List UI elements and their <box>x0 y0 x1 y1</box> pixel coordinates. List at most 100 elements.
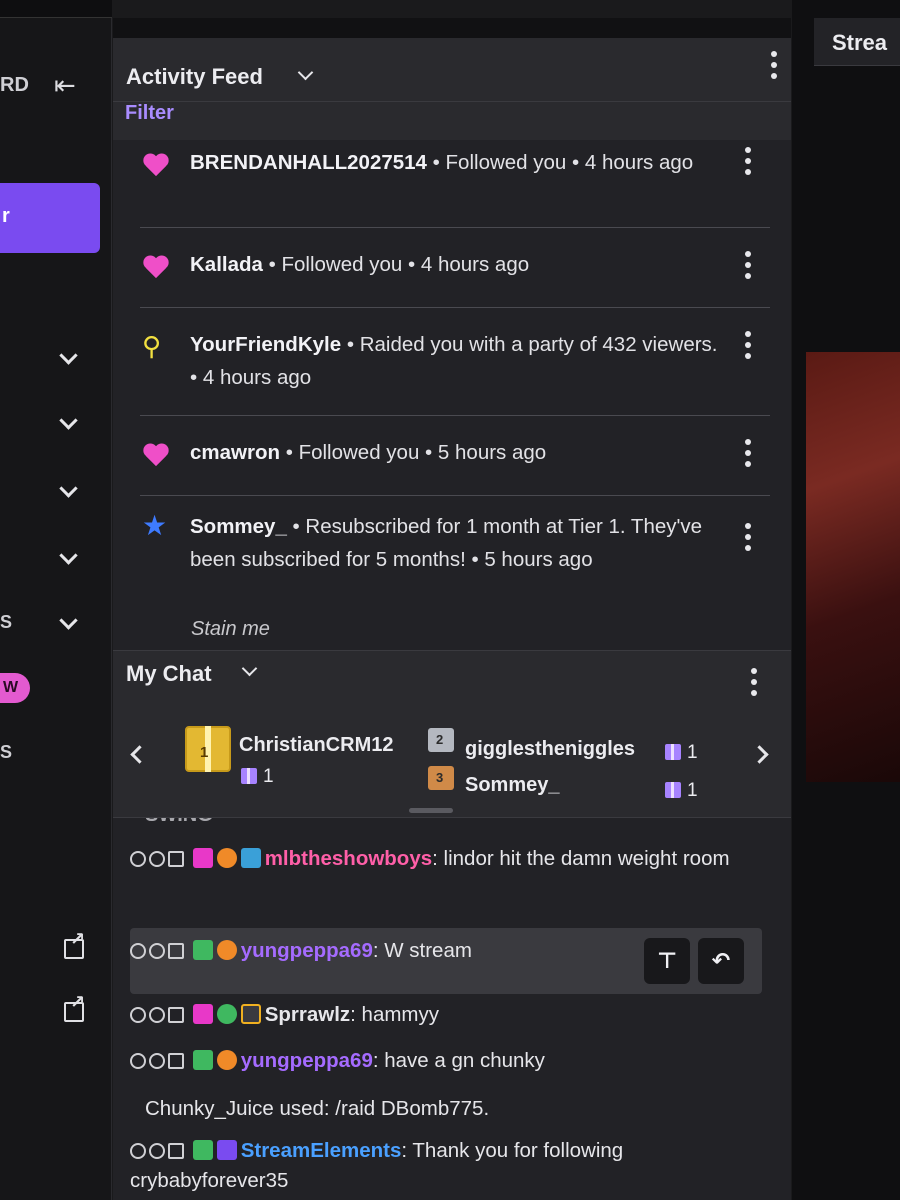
activity-feed-title[interactable]: Activity Feed <box>126 64 263 90</box>
sidebar-top-bar <box>0 0 112 18</box>
ban-icon[interactable] <box>130 1053 146 1069</box>
chevron-down-icon[interactable] <box>295 65 317 87</box>
feed-username[interactable]: Sommey_ <box>190 515 287 538</box>
sidebar-active-item[interactable]: r <box>0 183 100 253</box>
chevron-down-icon[interactable] <box>56 545 82 571</box>
collapse-sidebar-icon[interactable]: ⇤ <box>54 70 76 101</box>
timeout-icon[interactable] <box>149 1053 165 1069</box>
ban-icon[interactable] <box>130 1007 146 1023</box>
gift-icon <box>665 782 681 798</box>
timeout-icon[interactable] <box>149 1007 165 1023</box>
sidebar-pill-badge[interactable]: W <box>0 673 30 703</box>
chevron-down-icon[interactable] <box>239 661 261 683</box>
ban-icon[interactable] <box>130 1143 146 1159</box>
gifter-name[interactable]: Sommey_ <box>465 774 560 797</box>
stream-preview-title: Strea <box>832 30 888 55</box>
feed-event-text: • Followed you • 5 hours ago <box>280 441 547 464</box>
chat-username[interactable]: Sprrawlz <box>265 1003 350 1026</box>
filter-bar: Filter <box>113 102 791 140</box>
stream-preview-panel: Strea <box>792 0 900 1200</box>
gifter-count: 1 <box>241 766 274 788</box>
delete-icon[interactable] <box>168 1053 184 1069</box>
activity-feed-header: Activity Feed <box>113 38 791 102</box>
moderator-badge-icon <box>192 940 213 960</box>
chevron-down-icon[interactable] <box>56 410 82 436</box>
chat-username[interactable]: mlbtheshowboys <box>265 847 432 870</box>
chat-text: : lindor hit the damn weight room <box>432 847 730 870</box>
chat-message[interactable]: yungpeppa69: have a gn chunky <box>130 1046 770 1076</box>
feed-username[interactable]: cmawron <box>190 441 280 464</box>
timeout-icon[interactable] <box>149 851 165 867</box>
chat-username[interactable]: StreamElements <box>241 1139 402 1162</box>
resize-handle[interactable] <box>409 808 453 813</box>
chevron-left-icon[interactable] <box>127 744 147 764</box>
chevron-right-icon[interactable] <box>751 744 771 764</box>
sidebar-section-label: S <box>0 742 13 762</box>
activity-feed-item[interactable]: ⚲ YourFriendKyle • Raided you with a par… <box>140 308 770 416</box>
delete-icon[interactable] <box>168 943 184 959</box>
crown-badge-icon <box>240 848 261 868</box>
pin-icon[interactable]: ⊤ <box>644 938 690 984</box>
gifter-count: 1 <box>665 742 698 764</box>
ban-icon[interactable] <box>130 943 146 959</box>
stream-video-preview[interactable] <box>806 352 900 782</box>
activity-feed-item[interactable]: cmawron • Followed you • 5 hours ago <box>140 416 770 496</box>
chat-username[interactable]: yungpeppa69 <box>241 1049 373 1072</box>
stream-preview-header: Strea <box>814 18 900 66</box>
moderator-badge-icon <box>192 1050 213 1070</box>
external-link-icon[interactable] <box>62 992 86 1022</box>
timeout-icon[interactable] <box>149 943 165 959</box>
star-icon: ★ <box>142 510 168 541</box>
feed-event-text: • Followed you • 4 hours ago <box>262 253 530 276</box>
bits-badge-icon <box>216 940 237 960</box>
chat-message-hovered[interactable]: yungpeppa69: W stream ⊤ ↶ <box>130 928 762 994</box>
gifter-name[interactable]: gigglestheniggles <box>465 738 635 761</box>
gift-icon <box>665 744 681 760</box>
feed-username[interactable]: Kallada <box>190 253 263 276</box>
my-chat-header: My Chat <box>113 650 791 706</box>
more-options-icon[interactable] <box>738 144 758 178</box>
more-options-icon[interactable] <box>738 436 758 470</box>
my-chat-title[interactable]: My Chat <box>126 661 212 687</box>
activity-feed-item[interactable]: BRENDANHALL2027514 • Followed you • 4 ho… <box>140 140 770 228</box>
more-options-icon[interactable] <box>744 665 764 699</box>
bits-badge-icon <box>216 848 237 868</box>
feed-username[interactable]: BRENDANHALL2027514 <box>190 151 427 174</box>
delete-icon[interactable] <box>168 851 184 867</box>
more-options-icon[interactable] <box>738 248 758 282</box>
activity-feed-item[interactable]: Kallada • Followed you • 4 hours ago <box>140 228 770 308</box>
chat-text: : W stream <box>372 939 472 962</box>
chat-username[interactable]: yungpeppa69 <box>241 939 373 962</box>
dashboard-panel: Activity Feed Filter BRENDANHALL2027514 … <box>113 18 791 1200</box>
chat-message[interactable]: mlbtheshowboys: lindor hit the damn weig… <box>130 844 770 874</box>
gift-rank-3-icon: 3 <box>428 766 454 790</box>
panel-top-bar <box>113 18 791 38</box>
heart-icon <box>142 440 170 468</box>
raid-icon: ⚲ <box>142 331 162 361</box>
chevron-down-icon[interactable] <box>56 610 82 636</box>
chevron-down-icon[interactable] <box>56 345 82 371</box>
more-options-icon[interactable] <box>738 520 758 554</box>
more-options-icon[interactable] <box>738 328 758 362</box>
chat-message[interactable]: Sprrawlz: hammyy <box>130 1000 770 1030</box>
truncated-message: SWING <box>145 818 213 827</box>
more-options-icon[interactable] <box>764 48 784 82</box>
delete-icon[interactable] <box>168 1143 184 1159</box>
chevron-down-icon[interactable] <box>56 478 82 504</box>
gift-icon <box>241 768 257 784</box>
gift-rank-1-icon: 1 <box>185 726 231 772</box>
reply-icon[interactable]: ↶ <box>698 938 744 984</box>
timeout-icon[interactable] <box>149 1143 165 1159</box>
heart-icon <box>142 150 170 178</box>
filter-button[interactable]: Filter <box>125 102 174 125</box>
gift-rank-2-icon: 2 <box>428 728 454 752</box>
chat-message[interactable]: StreamElements: Thank you for following … <box>130 1136 770 1196</box>
external-link-icon[interactable] <box>62 929 86 959</box>
bits-badge-icon <box>216 1050 237 1070</box>
subscriber-badge-icon <box>192 848 213 868</box>
ban-icon[interactable] <box>130 851 146 867</box>
bits-badge-icon <box>216 1004 237 1024</box>
gifter-name[interactable]: ChristianCRM12 <box>239 734 393 757</box>
delete-icon[interactable] <box>168 1007 184 1023</box>
feed-username[interactable]: YourFriendKyle <box>190 333 341 356</box>
